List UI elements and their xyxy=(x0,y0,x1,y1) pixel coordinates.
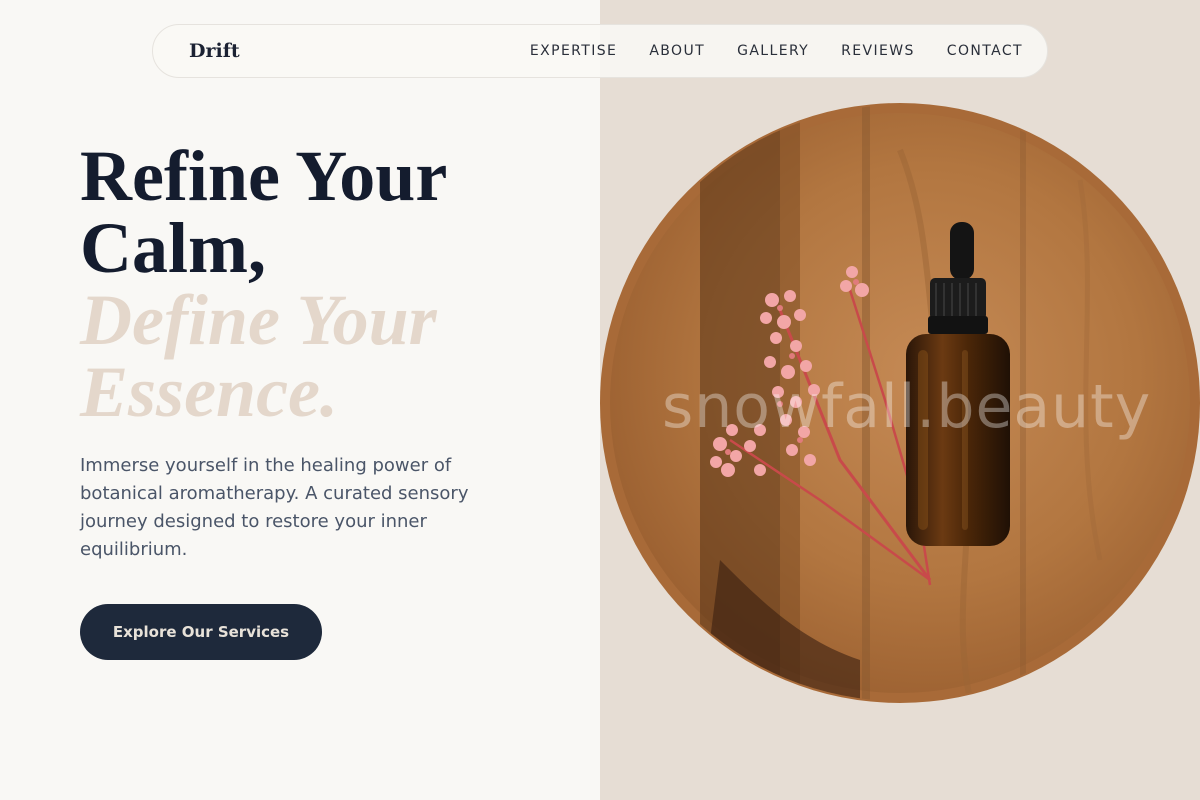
top-navigation: Drift EXPERTISE ABOUT GALLERY REVIEWS CO… xyxy=(152,24,1048,78)
product-photo xyxy=(600,0,1200,800)
headline-accent-line-2: Essence. xyxy=(80,352,338,432)
headline-accent-line-1: Define Your xyxy=(80,280,437,360)
nav-link-reviews[interactable]: REVIEWS xyxy=(841,43,915,59)
hero-headline: Refine Your Calm, Define Your Essence. xyxy=(80,140,560,428)
nav-link-gallery[interactable]: GALLERY xyxy=(737,43,809,59)
nav-link-contact[interactable]: CONTACT xyxy=(947,43,1023,59)
nav-link-expertise[interactable]: EXPERTISE xyxy=(530,43,617,59)
nav-link-about[interactable]: ABOUT xyxy=(649,43,705,59)
nav-links: EXPERTISE ABOUT GALLERY REVIEWS CONTACT xyxy=(530,43,1023,59)
hero-description: Immerse yourself in the healing power of… xyxy=(80,455,469,560)
explore-services-button[interactable]: Explore Our Services xyxy=(80,604,322,660)
headline-line-2: Calm, xyxy=(80,208,266,288)
hero-image xyxy=(600,0,1200,800)
brand-logo[interactable]: Drift xyxy=(189,40,240,62)
headline-line-1: Refine Your xyxy=(80,136,448,216)
